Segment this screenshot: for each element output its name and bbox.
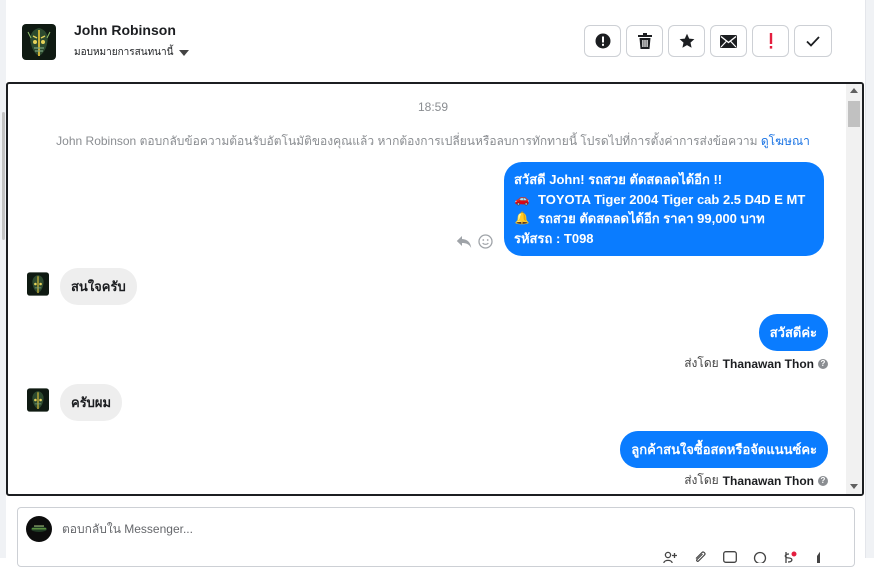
mark-done-button[interactable] xyxy=(794,25,832,57)
info-icon xyxy=(595,33,610,49)
composer-tools xyxy=(663,550,827,565)
mark-unread-button[interactable] xyxy=(710,25,747,57)
sent-by-label: ส่งโดย Thanawan Thon ? xyxy=(684,471,828,490)
reply-composer xyxy=(17,507,855,567)
reply-input[interactable] xyxy=(62,522,662,536)
like-icon[interactable] xyxy=(813,550,827,563)
image-icon[interactable] xyxy=(723,550,737,563)
flag-important-button[interactable] xyxy=(752,25,789,57)
assign-label: มอบหมายการสนทนานี้ xyxy=(74,47,174,58)
message-line: สวัสดี John! รถสวย ตัดสดลดได้อีก !! xyxy=(514,170,814,190)
message-line-text: TOYOTA Tiger 2004 Tiger cab 2.5 D4D E MT xyxy=(538,191,806,207)
message-thread[interactable]: 18:59 John Robinson ตอบกลับข้อความต้อนรั… xyxy=(6,82,864,496)
view-ad-link[interactable]: ดูโฆษณา xyxy=(761,134,810,148)
reply-icon[interactable] xyxy=(456,235,472,249)
mark-spam-button[interactable] xyxy=(584,25,621,57)
emoji-icon[interactable] xyxy=(753,550,767,565)
message-line-text: สวัสดี John! รถสวย ตัดสดลดได้อีก !! xyxy=(514,172,723,187)
message-timestamp: 18:59 xyxy=(417,100,449,114)
outgoing-message-bubble[interactable]: ลูกค้าสนใจซื้อสดหรือจัดแนนซ์คะ xyxy=(620,431,828,468)
star-icon xyxy=(679,33,694,48)
message-line-text: รถสวย ตัดสดลดได้อีก ราคา 99,000 บาท xyxy=(538,211,765,226)
envelope-icon xyxy=(720,34,737,48)
message-line: รหัสรถ : T098 xyxy=(514,229,814,249)
message-actions xyxy=(456,234,493,249)
checkmark-icon xyxy=(806,35,820,47)
right-edge-panel xyxy=(865,0,874,558)
help-icon[interactable]: ? xyxy=(818,475,828,486)
contact-name: John Robinson xyxy=(74,22,176,38)
notice-text: John Robinson ตอบกลับข้อความต้อนรับอัตโน… xyxy=(56,134,758,148)
sender-name: Thanawan Thon xyxy=(722,473,814,488)
caret-down-icon xyxy=(179,49,190,56)
help-icon[interactable]: ? xyxy=(818,358,828,369)
scroll-down-arrow-icon[interactable] xyxy=(850,484,858,489)
message-line-text: รหัสรถ : T098 xyxy=(514,230,594,246)
message-line: 🚗 TOYOTA Tiger 2004 Tiger cab 2.5 D4D E … xyxy=(514,190,814,210)
sent-by-prefix: ส่งโดย xyxy=(684,356,719,370)
scroll-up-arrow-icon[interactable] xyxy=(850,88,858,93)
conversation-toolbar xyxy=(584,25,832,57)
contact-avatar-small xyxy=(27,272,49,296)
outgoing-message-bubble[interactable]: สวัสดี John! รถสวย ตัดสดลดได้อีก !! 🚗 TO… xyxy=(504,162,824,256)
outgoing-message-bubble[interactable]: สวัสดีค่ะ xyxy=(758,314,828,351)
sender-name: Thanawan Thon xyxy=(722,356,814,371)
contact-avatar-small xyxy=(27,388,49,412)
page-avatar xyxy=(26,516,52,542)
car-emoji-icon: 🚗 xyxy=(514,191,530,206)
delete-button[interactable] xyxy=(626,25,663,57)
bell-emoji-icon: 🔔 xyxy=(514,211,530,225)
auto-reply-notice: John Robinson ตอบกลับข้อความต้อนรับอัตโน… xyxy=(8,132,858,151)
sent-by-prefix: ส่งโดย xyxy=(684,473,719,487)
trash-icon xyxy=(637,33,652,49)
sent-by-label: ส่งโดย Thanawan Thon ? xyxy=(684,354,828,373)
add-person-icon[interactable] xyxy=(663,550,677,564)
message-line: 🔔 รถสวย ตัดสดลดได้อีก ราคา 99,000 บาท xyxy=(514,209,814,229)
attachment-icon[interactable] xyxy=(693,550,707,562)
assign-conversation-dropdown[interactable]: มอบหมายการสนทนานี้ xyxy=(74,45,190,60)
emoji-react-icon[interactable] xyxy=(478,234,493,249)
exclamation-icon xyxy=(769,33,772,49)
contact-avatar xyxy=(22,24,56,60)
star-button[interactable] xyxy=(668,25,705,57)
incoming-message-bubble[interactable]: ครับผม xyxy=(60,384,123,421)
left-scroll-indicator[interactable] xyxy=(2,112,5,240)
payment-icon[interactable] xyxy=(783,550,797,563)
incoming-message-bubble[interactable]: สนใจครับ xyxy=(60,268,137,305)
